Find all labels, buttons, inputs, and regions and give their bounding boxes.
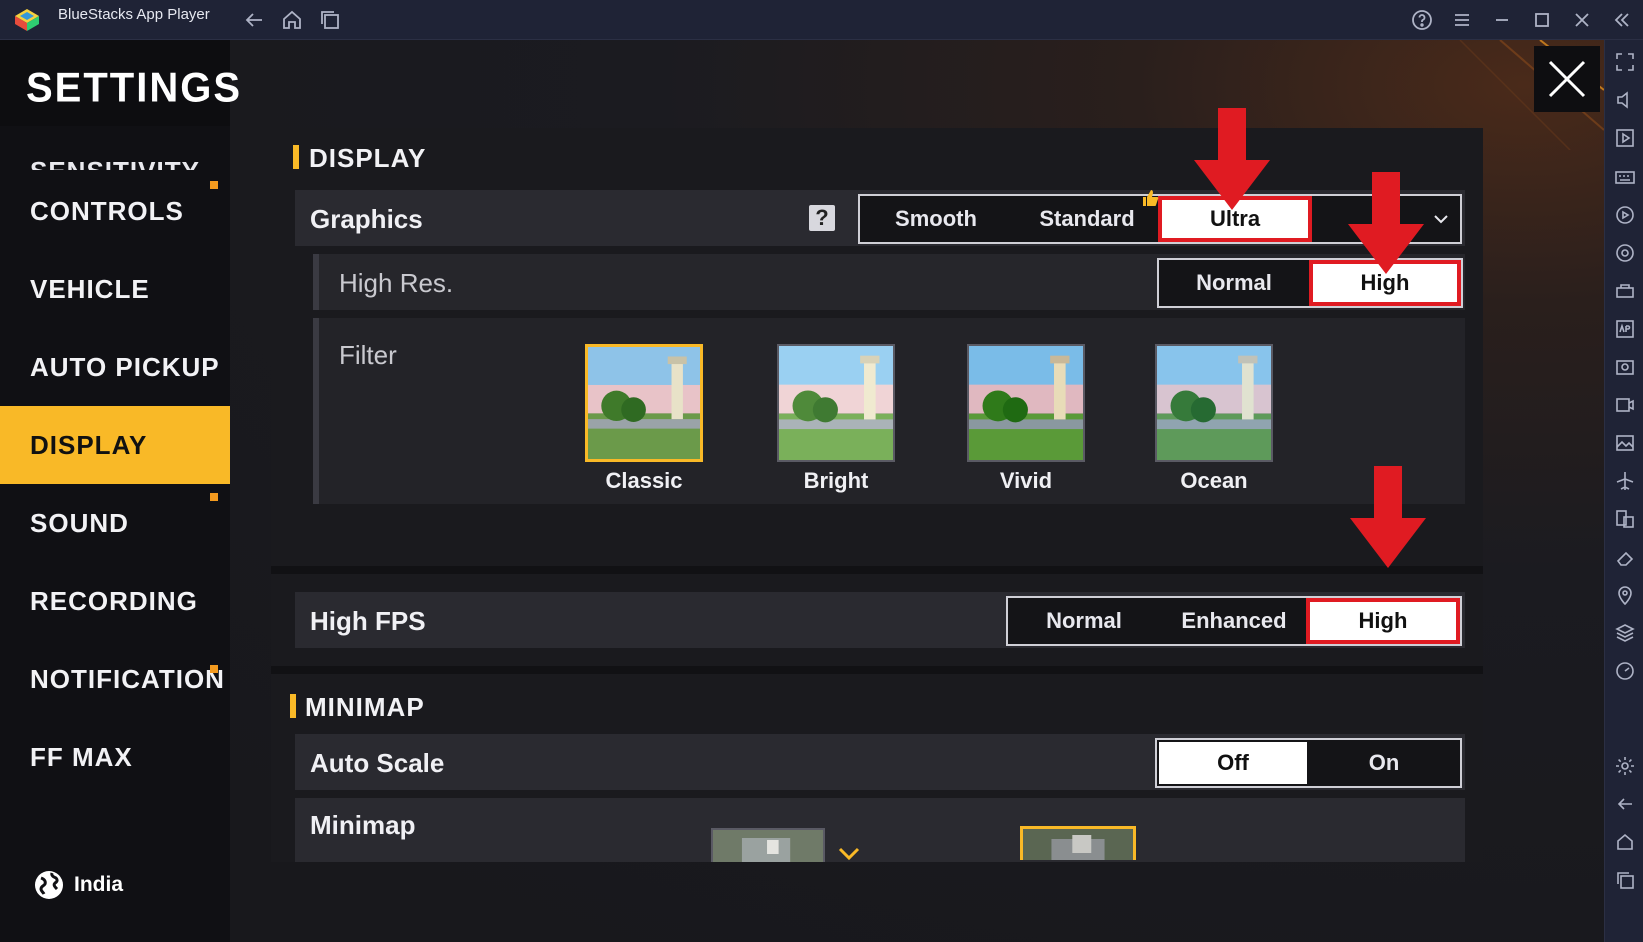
- high-fps-selector: Normal Enhanced High: [1006, 596, 1462, 646]
- layers-icon[interactable]: [1614, 622, 1636, 644]
- section-accent: [293, 145, 299, 169]
- section-divider: [271, 666, 1483, 674]
- filter-option-ocean[interactable]: Ocean: [1155, 344, 1275, 504]
- filter-option-bright[interactable]: Bright: [777, 344, 897, 504]
- nav-item-sound[interactable]: SOUND: [0, 484, 230, 562]
- filter-preview-image: [967, 344, 1085, 462]
- filter-preview-image: [777, 344, 895, 462]
- android-home-icon[interactable]: [1614, 831, 1636, 853]
- settings-nav: SENSITIVITY SETTINGS CONTROLS VEHICLE AU…: [0, 40, 240, 942]
- menu-icon[interactable]: [1450, 8, 1474, 32]
- gallery-icon[interactable]: [1614, 432, 1636, 454]
- nav-item-notification[interactable]: NOTIFICATION: [0, 640, 230, 718]
- collapse-sidebar-icon[interactable]: [1610, 8, 1634, 32]
- auto-scale-option-on[interactable]: On: [1309, 740, 1459, 786]
- minimap-option-2[interactable]: [1020, 826, 1136, 860]
- filter-option-classic[interactable]: Classic: [585, 344, 705, 504]
- performance-icon[interactable]: [1614, 660, 1636, 682]
- nav-item-sensitivity[interactable]: SENSITIVITY: [0, 126, 230, 170]
- android-back-icon[interactable]: [1614, 793, 1636, 815]
- high-fps-row: High FPS Normal Enhanced High: [295, 592, 1465, 648]
- auto-scale-selector: Off On: [1155, 738, 1462, 788]
- apk-icon[interactable]: [1614, 318, 1636, 340]
- macro-icon[interactable]: [1614, 280, 1636, 302]
- filter-options: Classic Bright Vivid Ocean: [585, 344, 1285, 504]
- close-icon: [1548, 60, 1586, 98]
- selected-check-icon: [838, 847, 860, 861]
- auto-scale-option-off[interactable]: Off: [1159, 742, 1307, 784]
- minimize-icon[interactable]: [1490, 8, 1514, 32]
- nav-item-display[interactable]: DISPLAY: [0, 406, 230, 484]
- filter-row: Filter Classic Bright Vivid Ocean: [313, 318, 1465, 504]
- notification-dot: [210, 665, 218, 673]
- replay-icon[interactable]: [1614, 204, 1636, 226]
- multi-instance-icon[interactable]: [1614, 508, 1636, 530]
- volume-icon[interactable]: [1614, 89, 1636, 111]
- annotation-arrow: [1194, 108, 1270, 210]
- graphics-row: Graphics ? Smooth Standard Ultra: [295, 190, 1465, 246]
- record-icon[interactable]: [1614, 394, 1636, 416]
- airplane-icon[interactable]: [1614, 470, 1636, 492]
- high-fps-option-enhanced[interactable]: Enhanced: [1160, 598, 1308, 644]
- notification-dot: [210, 493, 218, 501]
- window-title: BlueStacks App Player: [58, 6, 210, 23]
- close-window-icon[interactable]: [1570, 8, 1594, 32]
- maximize-icon[interactable]: [1530, 8, 1554, 32]
- high-res-option-normal[interactable]: Normal: [1159, 260, 1309, 306]
- location-icon[interactable]: [1614, 584, 1636, 606]
- annotation-arrow: [1348, 172, 1424, 274]
- filter-option-vivid[interactable]: Vivid: [967, 344, 1087, 504]
- nav-item-controls[interactable]: CONTROLS: [0, 172, 230, 250]
- rotate-icon[interactable]: [1614, 242, 1636, 264]
- section-title-display: DISPLAY: [309, 143, 427, 173]
- minimap-option-1[interactable]: [711, 828, 825, 862]
- settings-title: SETTINGS: [26, 64, 243, 112]
- media-icon[interactable]: [1614, 127, 1636, 149]
- section-accent: [290, 694, 296, 718]
- high-res-row: High Res. Normal High: [313, 254, 1465, 310]
- section-title-minimap: MINIMAP: [305, 692, 425, 722]
- nav-item-auto-pickup[interactable]: AUTO PICKUP: [0, 328, 230, 406]
- settings-gear-icon[interactable]: [1614, 755, 1636, 777]
- high-fps-option-normal[interactable]: Normal: [1008, 598, 1160, 644]
- settings-panel: DISPLAY Graphics ? Smooth Standard Ultra…: [271, 128, 1483, 862]
- chevron-down-icon[interactable]: [1430, 208, 1452, 230]
- eraser-icon[interactable]: [1614, 546, 1636, 568]
- auto-scale-row: Auto Scale Off On: [295, 734, 1465, 790]
- game-area: SENSITIVITY SETTINGS CONTROLS VEHICLE AU…: [0, 40, 1604, 942]
- high-fps-option-high[interactable]: High: [1306, 598, 1460, 644]
- graphics-option-smooth[interactable]: Smooth: [860, 196, 1012, 242]
- screenshot-icon[interactable]: [1614, 356, 1636, 378]
- close-settings-button[interactable]: [1534, 46, 1600, 112]
- minimap-row: Minimap: [295, 798, 1465, 862]
- section-divider: [271, 566, 1483, 574]
- back-icon[interactable]: [242, 8, 266, 32]
- filter-preview-image: [585, 344, 703, 462]
- graphics-help-icon[interactable]: ?: [809, 205, 835, 231]
- bluestacks-logo-icon: [12, 6, 42, 34]
- recent-apps-icon[interactable]: [318, 8, 342, 32]
- title-bar: BlueStacks App Player: [0, 0, 1643, 40]
- right-toolbar: [1604, 40, 1643, 942]
- nav-item-vehicle[interactable]: VEHICLE: [0, 250, 230, 328]
- keyboard-icon[interactable]: [1614, 166, 1636, 188]
- nav-item-recording[interactable]: RECORDING: [0, 562, 230, 640]
- filter-preview-image: [1155, 344, 1273, 462]
- annotation-arrow: [1350, 466, 1426, 568]
- help-icon[interactable]: [1410, 8, 1434, 32]
- thumbs-up-icon: [1143, 190, 1159, 206]
- notification-dot: [210, 181, 218, 189]
- fullscreen-icon[interactable]: [1614, 51, 1636, 73]
- android-recents-icon[interactable]: [1614, 869, 1636, 891]
- globe-icon: [35, 871, 63, 899]
- nav-item-ff-max[interactable]: FF MAX: [0, 718, 230, 796]
- home-icon[interactable]: [280, 8, 304, 32]
